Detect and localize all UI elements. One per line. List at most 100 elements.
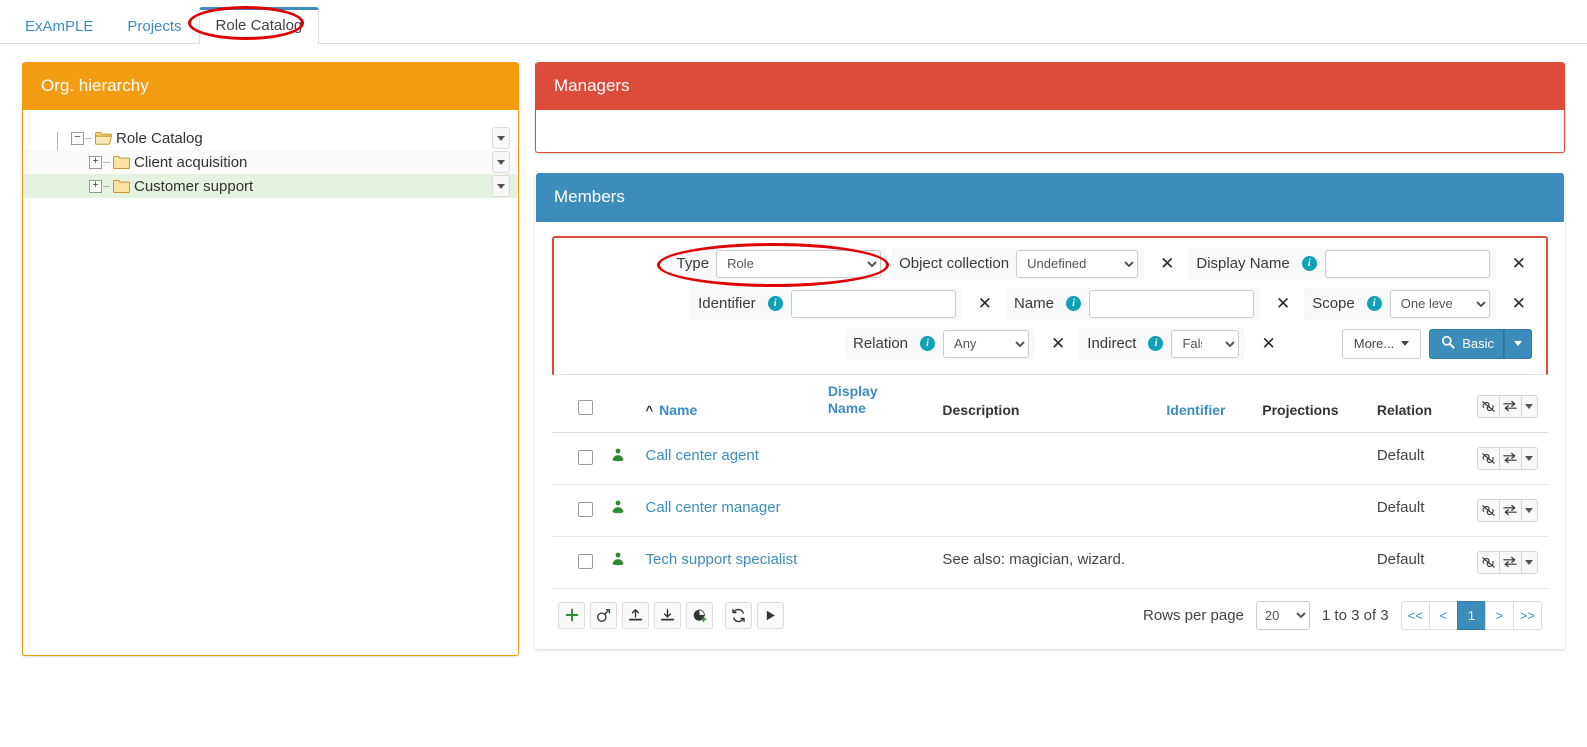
role-icon	[610, 502, 626, 519]
org-hierarchy-title: Org. hierarchy	[23, 62, 518, 110]
row-actions-dropdown-button[interactable]	[1521, 551, 1538, 574]
swap-relation-icon[interactable]	[1499, 551, 1522, 574]
clear-object-collection-button[interactable]: ✕	[1154, 252, 1180, 275]
unassign-icon[interactable]	[1477, 499, 1500, 522]
filter-indirect: Indirect i False	[1079, 328, 1245, 360]
identifier-input[interactable]	[791, 290, 956, 318]
assign-icon[interactable]	[590, 602, 617, 629]
tree-stem	[85, 138, 92, 139]
folder-open-icon	[95, 131, 112, 145]
pager-next-button[interactable]: >	[1485, 601, 1514, 630]
unassign-icon[interactable]	[1477, 447, 1500, 470]
filter-relation: Relation i Any	[845, 328, 1035, 360]
row-checkbox[interactable]	[578, 502, 593, 517]
tree-node-customer-support[interactable]: + Customer support	[23, 174, 518, 198]
import-icon[interactable]	[622, 602, 649, 629]
pager-last-button[interactable]: >>	[1513, 601, 1542, 630]
tree-node-menu-button[interactable]	[492, 151, 510, 173]
role-icon	[610, 554, 626, 571]
clear-relation-button[interactable]: ✕	[1045, 332, 1071, 355]
tree-node-label: Client acquisition	[134, 154, 247, 171]
unassign-icon[interactable]	[1477, 551, 1500, 574]
header-action-group	[1477, 395, 1538, 418]
object-collection-select[interactable]: Undefined	[1016, 250, 1138, 278]
search-mode-dropdown-button[interactable]	[1504, 329, 1532, 359]
members-title: Members	[536, 173, 1564, 221]
rows-per-page-select[interactable]: 20	[1256, 601, 1310, 630]
clear-display-name-button[interactable]: ✕	[1506, 252, 1532, 275]
tab-role-catalog[interactable]: Role Catalog	[199, 7, 320, 45]
tree-toggle-collapse-icon[interactable]: −	[71, 132, 84, 145]
row-actions-dropdown-button[interactable]	[1521, 447, 1538, 470]
add-icon[interactable]	[558, 602, 585, 629]
column-header-actions	[1471, 375, 1548, 433]
column-header-identifier[interactable]: Identifier	[1160, 375, 1256, 433]
name-input[interactable]	[1089, 290, 1254, 318]
search-row-1: Type Role Object collection Undefined	[568, 248, 1532, 280]
table-row[interactable]: Tech support specialist See also: magici…	[552, 536, 1548, 588]
header-actions-dropdown-button[interactable]	[1521, 395, 1538, 418]
unassign-icon[interactable]	[1477, 395, 1500, 418]
more-options-button[interactable]: More...	[1342, 329, 1421, 359]
column-header-name[interactable]: ^Name	[640, 375, 822, 433]
row-actions-dropdown-button[interactable]	[1521, 499, 1538, 522]
indirect-select[interactable]: False	[1171, 330, 1239, 358]
info-icon[interactable]: i	[1148, 336, 1163, 351]
top-tab-bar: ExAmPLE Projects Role Catalog	[0, 0, 1587, 44]
row-projections-cell	[1256, 536, 1371, 588]
pagination-controls: Rows per page 20 1 to 3 of 3 << < 1 >	[1143, 601, 1542, 630]
table-row[interactable]: Call center agent Default	[552, 432, 1548, 484]
refresh-icon[interactable]	[725, 602, 752, 629]
row-checkbox[interactable]	[578, 554, 593, 569]
info-icon[interactable]: i	[768, 296, 783, 311]
chevron-down-icon	[497, 184, 505, 189]
tree-toggle-expand-icon[interactable]: +	[89, 156, 102, 169]
relation-select[interactable]: Any	[943, 330, 1029, 358]
left-column: Org. hierarchy −	[22, 62, 519, 676]
tab-projects[interactable]: Projects	[110, 8, 198, 45]
display-name-input[interactable]	[1325, 250, 1490, 278]
row-select-cell	[552, 432, 604, 484]
tab-example[interactable]: ExAmPLE	[8, 8, 110, 45]
pager-first-button[interactable]: <<	[1401, 601, 1430, 630]
info-icon[interactable]: i	[920, 336, 935, 351]
select-all-checkbox[interactable]	[578, 400, 593, 415]
pager-prev-button[interactable]: <	[1429, 601, 1458, 630]
basic-search-button[interactable]: Basic	[1429, 329, 1504, 359]
tree-node-client-acquisition[interactable]: + Client acquisition	[23, 150, 518, 174]
row-name-link[interactable]: Call center agent	[646, 447, 759, 464]
table-row[interactable]: Call center manager Default	[552, 484, 1548, 536]
info-icon[interactable]: i	[1367, 296, 1382, 311]
clear-scope-button[interactable]: ✕	[1506, 292, 1532, 315]
row-name-link[interactable]: Call center manager	[646, 499, 781, 516]
chart-add-icon[interactable]	[686, 602, 713, 629]
row-name-link[interactable]: Tech support specialist	[646, 551, 798, 568]
tree-node-label: Customer support	[134, 178, 253, 195]
swap-relation-icon[interactable]	[1499, 499, 1522, 522]
rows-per-page-label: Rows per page	[1143, 607, 1244, 624]
tree-node-menu-button[interactable]	[492, 127, 510, 149]
info-icon[interactable]: i	[1066, 296, 1081, 311]
info-icon[interactable]: i	[1302, 256, 1317, 271]
play-icon[interactable]	[757, 602, 784, 629]
table-tool-group-primary	[558, 602, 713, 629]
tree-toggle-expand-icon[interactable]: +	[89, 180, 102, 193]
clear-identifier-button[interactable]: ✕	[972, 292, 998, 315]
managers-body	[536, 110, 1564, 152]
org-hierarchy-body: − Role Catalog	[23, 110, 518, 655]
pager-page-1-button[interactable]: 1	[1457, 601, 1486, 630]
swap-relation-icon[interactable]	[1499, 447, 1522, 470]
export-icon[interactable]	[654, 602, 681, 629]
role-icon	[610, 450, 626, 467]
scope-select[interactable]: One level	[1390, 290, 1490, 318]
row-checkbox[interactable]	[578, 450, 593, 465]
type-select[interactable]: Role	[716, 250, 881, 278]
swap-relation-icon[interactable]	[1499, 395, 1522, 418]
tree-node-role-catalog[interactable]: − Role Catalog	[23, 126, 518, 150]
pager-button-group: << < 1 > >>	[1401, 601, 1542, 630]
tree-node-menu-button[interactable]	[492, 175, 510, 197]
clear-indirect-button[interactable]: ✕	[1255, 332, 1281, 355]
column-header-display-name[interactable]: Display Name	[822, 375, 937, 433]
clear-name-button[interactable]: ✕	[1270, 292, 1296, 315]
column-header-projections: Projections	[1256, 375, 1371, 433]
